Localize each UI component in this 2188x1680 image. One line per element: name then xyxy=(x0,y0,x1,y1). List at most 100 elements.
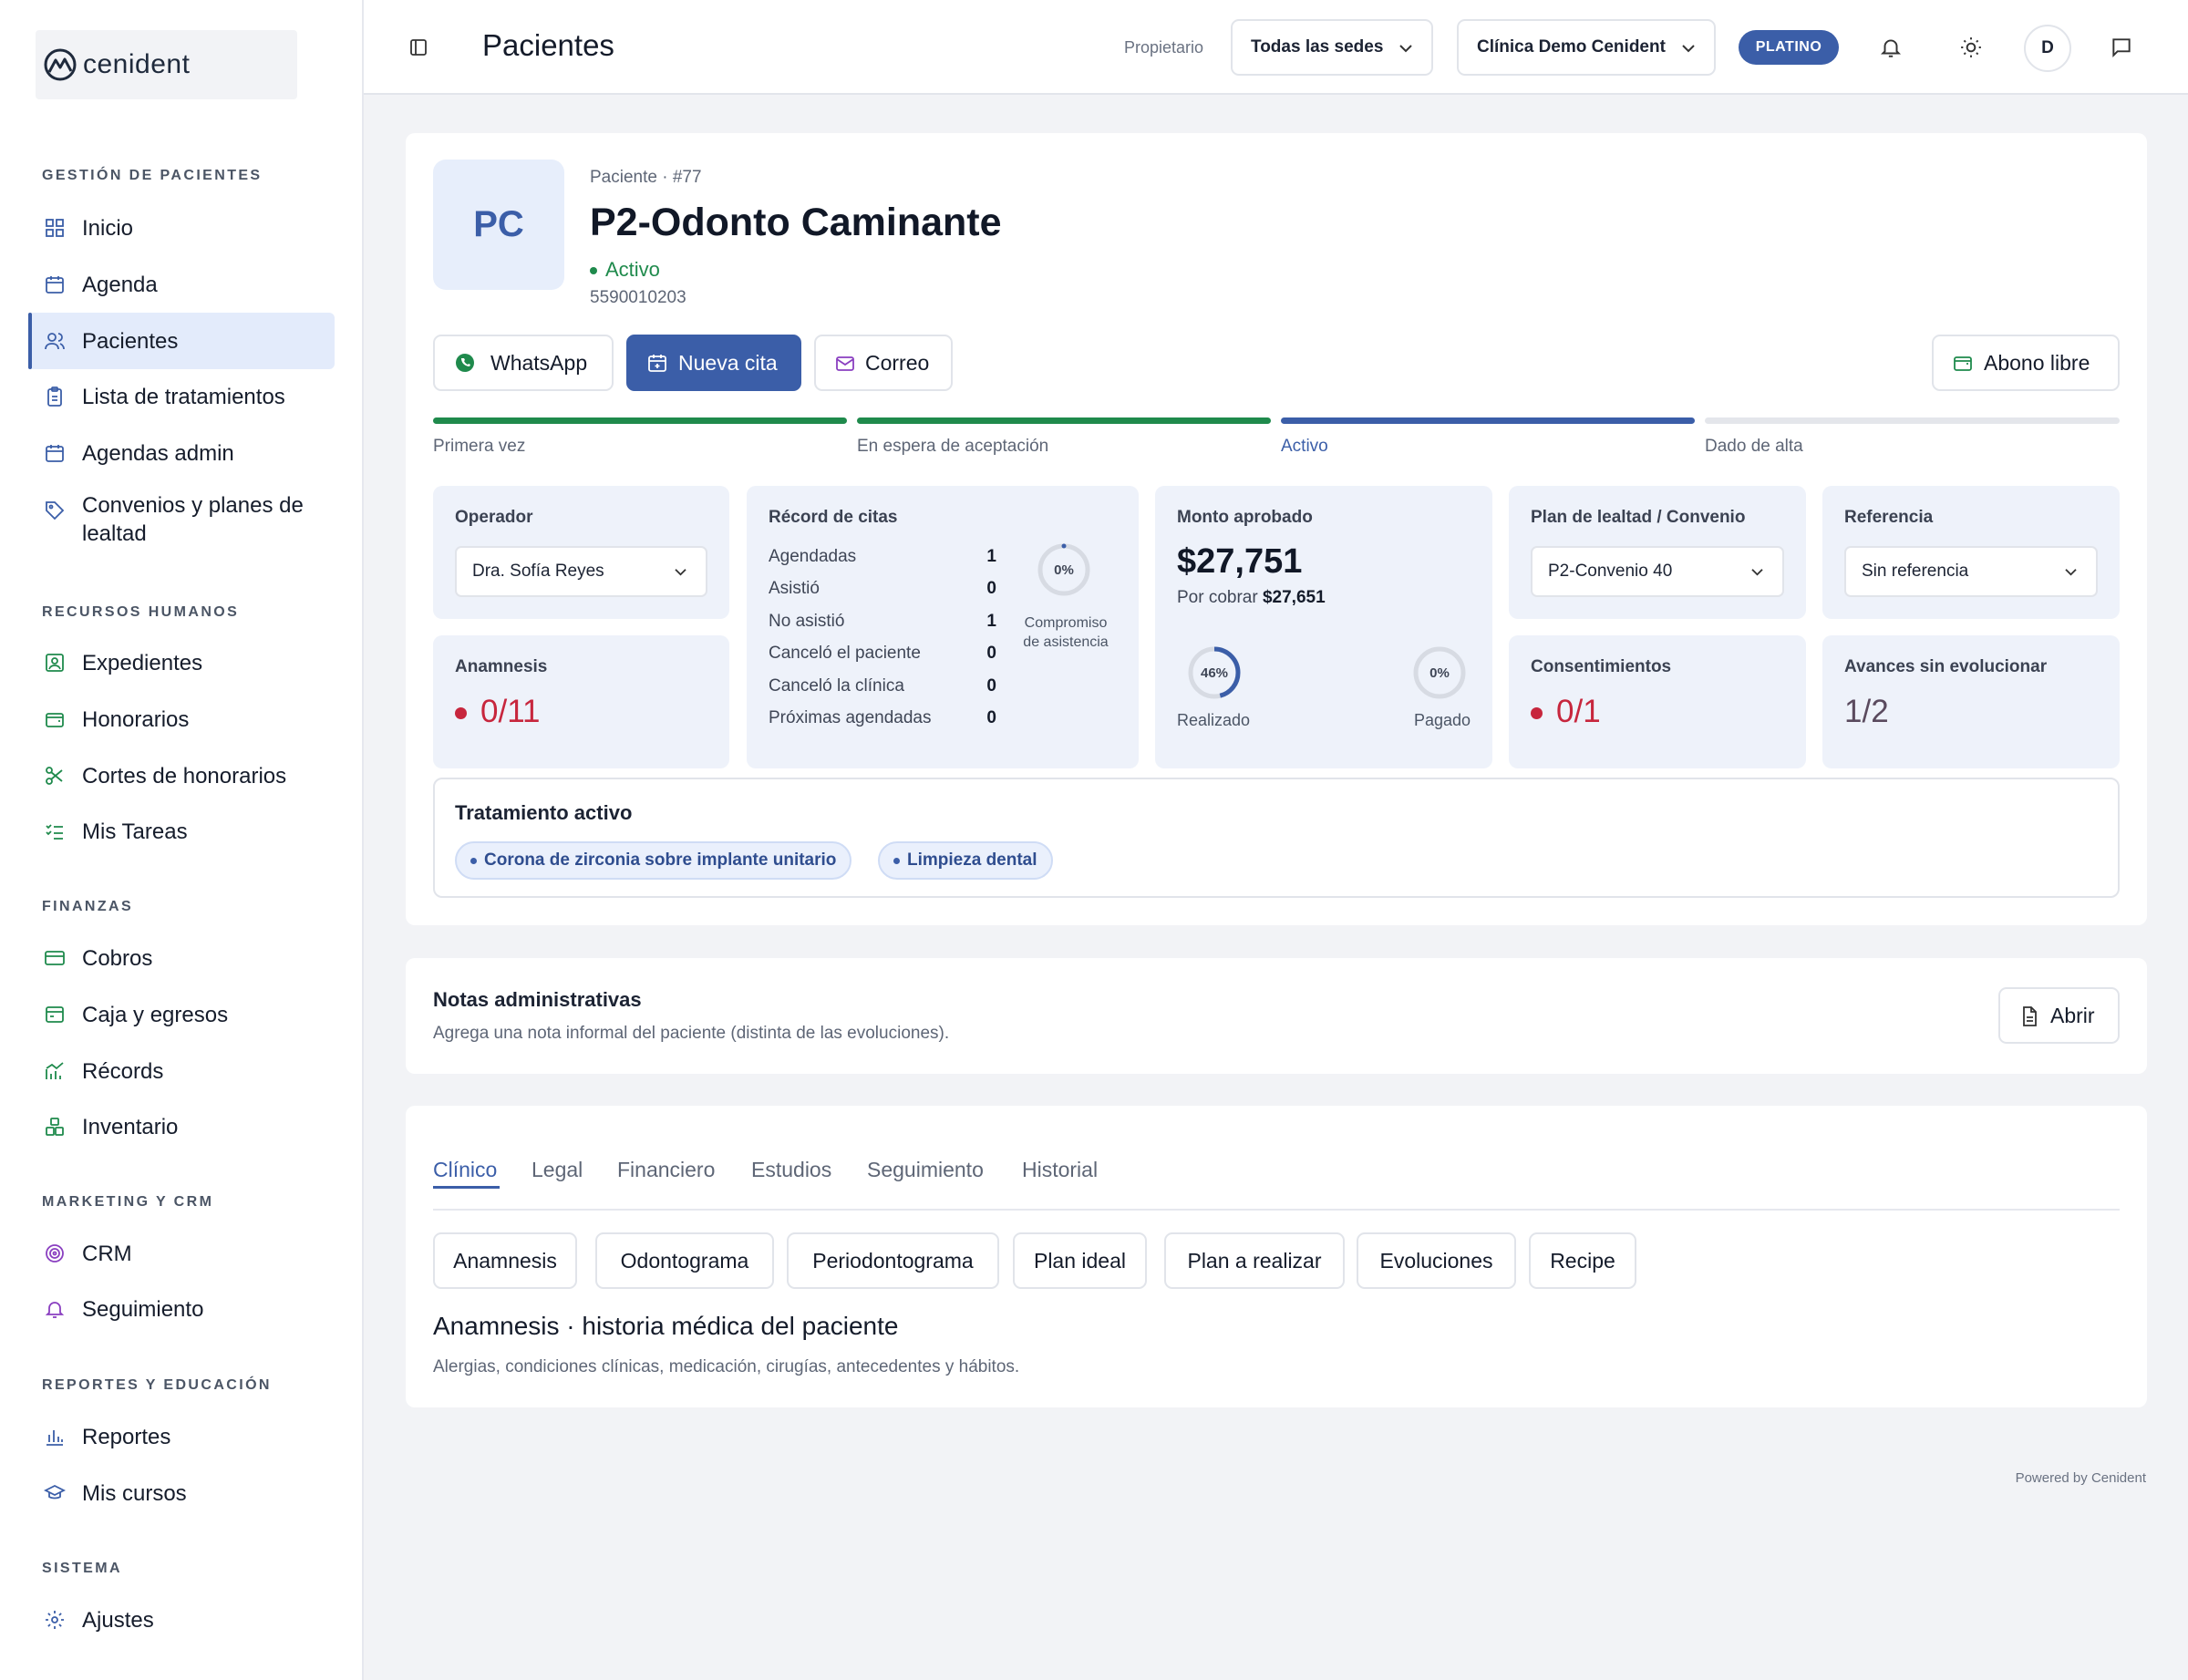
clipboard-icon xyxy=(47,387,62,407)
loyalty-box: Plan de lealtad / Convenio P2-Convenio 4… xyxy=(1509,486,1806,619)
sidebar-item-label: Cobros xyxy=(82,945,153,971)
patient-card: PC Paciente · #77 P2-Odonto Caminante Ac… xyxy=(406,133,2147,925)
clinic-select[interactable]: Clínica Demo Cenident xyxy=(1457,19,1716,76)
sidebar-item-tareas[interactable]: Mis Tareas xyxy=(28,803,335,860)
record-row: Canceló el paciente 0 xyxy=(769,644,996,663)
whatsapp-button[interactable]: WhatsApp xyxy=(433,335,614,391)
site-select[interactable]: Todas las sedes xyxy=(1231,19,1433,76)
calendar-icon xyxy=(46,276,64,294)
tag-icon xyxy=(46,501,65,520)
sidebar-item-honorarios[interactable]: Honorarios xyxy=(28,691,335,747)
sidebar-item-label: Agendas admin xyxy=(82,440,234,466)
anamnesis-title: Anamnesis xyxy=(455,657,548,676)
anamnesis-box[interactable]: Anamnesis 0/11 xyxy=(433,635,729,768)
paid-label: Pagado xyxy=(1413,711,1471,729)
pending-amount: Por cobrar $27,651 xyxy=(1177,588,1326,607)
approved-amount-box: Monto aprobado $27,751 Por cobrar $27,65… xyxy=(1155,486,1492,768)
chat-icon[interactable] xyxy=(2110,36,2133,59)
sidebar-item-cobros[interactable]: Cobros xyxy=(28,930,335,986)
sidebar-item-records[interactable]: Récords xyxy=(28,1043,335,1099)
sidebar-item-agendas-admin[interactable]: Agendas admin xyxy=(28,425,335,481)
notes-description: Agrega una nota informal del paciente (d… xyxy=(433,1024,950,1043)
notes-card: Notas administrativas Agrega una nota in… xyxy=(406,958,2147,1074)
section-title: MARKETING Y CRM xyxy=(42,1194,214,1210)
done-pct: 46% xyxy=(1201,665,1228,681)
target-icon xyxy=(46,1244,64,1263)
clinical-tabs-card: Clínico Legal Financiero Estudios Seguim… xyxy=(406,1106,2147,1407)
sidebar-item-cortes[interactable]: Cortes de honorarios xyxy=(28,747,335,804)
chevron-down-icon xyxy=(1399,45,1412,53)
sidebar-item-convenios[interactable]: Convenios y planes de lealtad xyxy=(28,480,335,559)
sidebar-toggle-icon[interactable] xyxy=(408,36,429,58)
free-payment-button[interactable]: Abono libre xyxy=(1932,335,2120,391)
sidebar-item-seguimiento[interactable]: Seguimiento xyxy=(28,1281,335,1337)
sidebar-item-expedientes[interactable]: Expedientes xyxy=(28,634,335,691)
user-avatar[interactable]: D xyxy=(2024,25,2071,72)
sidebar-item-label: Caja y egresos xyxy=(82,1002,229,1027)
stage-bar xyxy=(857,417,1271,424)
sidebar-item-pacientes[interactable]: Pacientes xyxy=(28,313,335,369)
clinic-select-value: Clínica Demo Cenident xyxy=(1477,37,1666,57)
sun-icon[interactable] xyxy=(1959,36,1983,59)
sidebar-item-caja[interactable]: Caja y egresos xyxy=(28,986,335,1043)
tab-financiero[interactable]: Financiero xyxy=(617,1158,715,1182)
credit-card-icon xyxy=(45,951,65,965)
treatment-title: Tratamiento activo xyxy=(455,801,633,824)
sidebar-item-cursos[interactable]: Mis cursos xyxy=(28,1465,335,1521)
anamnesis-subtab-button[interactable]: Anamnesis xyxy=(433,1232,577,1289)
sidebar-item-reportes[interactable]: Reportes xyxy=(28,1408,335,1465)
plan-to-do-subtab-button[interactable]: Plan a realizar xyxy=(1164,1232,1345,1289)
sidebar-item-inicio[interactable]: Inicio xyxy=(28,200,335,256)
commitment-ring: 0% xyxy=(1037,543,1090,596)
loyalty-value: P2-Convenio 40 xyxy=(1548,562,1673,581)
plan-badge: PLATINO xyxy=(1739,30,1839,65)
tab-estudios[interactable]: Estudios xyxy=(751,1158,831,1182)
open-notes-label: Abrir xyxy=(2050,1003,2095,1027)
email-button[interactable]: Correo xyxy=(814,335,953,391)
consents-box[interactable]: Consentimientos 0/1 xyxy=(1509,635,1806,768)
done-label: Realizado xyxy=(1177,711,1251,729)
sidebar-item-ajustes[interactable]: Ajustes xyxy=(28,1592,335,1648)
sidebar-item-label: Agenda xyxy=(82,272,158,297)
evolutions-subtab-button[interactable]: Evoluciones xyxy=(1357,1232,1516,1289)
odontogram-subtab-button[interactable]: Odontograma xyxy=(595,1232,774,1289)
periodontogram-subtab-button[interactable]: Periodontograma xyxy=(787,1232,999,1289)
active-tab-indicator xyxy=(433,1186,500,1189)
section-title: Anamnesis · historia médica del paciente xyxy=(433,1312,899,1340)
logo[interactable]: cenident xyxy=(36,30,297,99)
section-title: REPORTES Y EDUCACIÓN xyxy=(42,1377,272,1393)
ideal-plan-subtab-button[interactable]: Plan ideal xyxy=(1013,1232,1147,1289)
bell-icon[interactable] xyxy=(1879,36,1903,59)
new-appointment-button[interactable]: Nueva cita xyxy=(626,335,801,391)
sidebar-item-label: Mis cursos xyxy=(82,1480,187,1506)
sidebar-item-label: Ajustes xyxy=(82,1607,154,1633)
open-notes-button[interactable]: Abrir xyxy=(1998,987,2120,1044)
tab-seguimiento[interactable]: Seguimiento xyxy=(867,1158,984,1182)
wallet-icon xyxy=(46,713,64,727)
page-title: Pacientes xyxy=(482,28,614,62)
logo-icon xyxy=(44,48,77,81)
sidebar-item-crm[interactable]: CRM xyxy=(28,1225,335,1282)
record-row: Asistió 0 xyxy=(769,579,996,598)
sidebar-item-inventario[interactable]: Inventario xyxy=(28,1098,335,1155)
record-row: Próximas agendadas 0 xyxy=(769,708,996,727)
consents-title: Consentimientos xyxy=(1531,657,1672,676)
operator-select[interactable]: Dra. Sofía Reyes xyxy=(455,546,707,597)
tab-historial[interactable]: Historial xyxy=(1022,1158,1098,1182)
tab-legal[interactable]: Legal xyxy=(532,1158,583,1182)
reference-select[interactable]: Sin referencia xyxy=(1844,546,2098,597)
sidebar-item-agenda[interactable]: Agenda xyxy=(28,256,335,313)
treatment-pill[interactable]: Corona de zirconia sobre implante unitar… xyxy=(455,841,852,880)
sidebar-item-tratamientos[interactable]: Lista de tratamientos xyxy=(28,368,335,425)
treatment-pill[interactable]: Limpieza dental xyxy=(878,841,1053,880)
tab-clinico[interactable]: Clínico xyxy=(433,1158,497,1182)
advances-box[interactable]: Avances sin evolucionar 1/2 xyxy=(1822,635,2120,768)
bell-icon xyxy=(45,1302,65,1318)
boxes-icon xyxy=(46,1118,64,1136)
recipe-subtab-button[interactable]: Recipe xyxy=(1529,1232,1636,1289)
chevron-down-icon xyxy=(1682,45,1695,53)
paid-ring: 0% xyxy=(1413,646,1466,699)
stage-label: Activo xyxy=(1281,437,1328,456)
graduation-icon xyxy=(44,1484,66,1500)
loyalty-select[interactable]: P2-Convenio 40 xyxy=(1531,546,1784,597)
